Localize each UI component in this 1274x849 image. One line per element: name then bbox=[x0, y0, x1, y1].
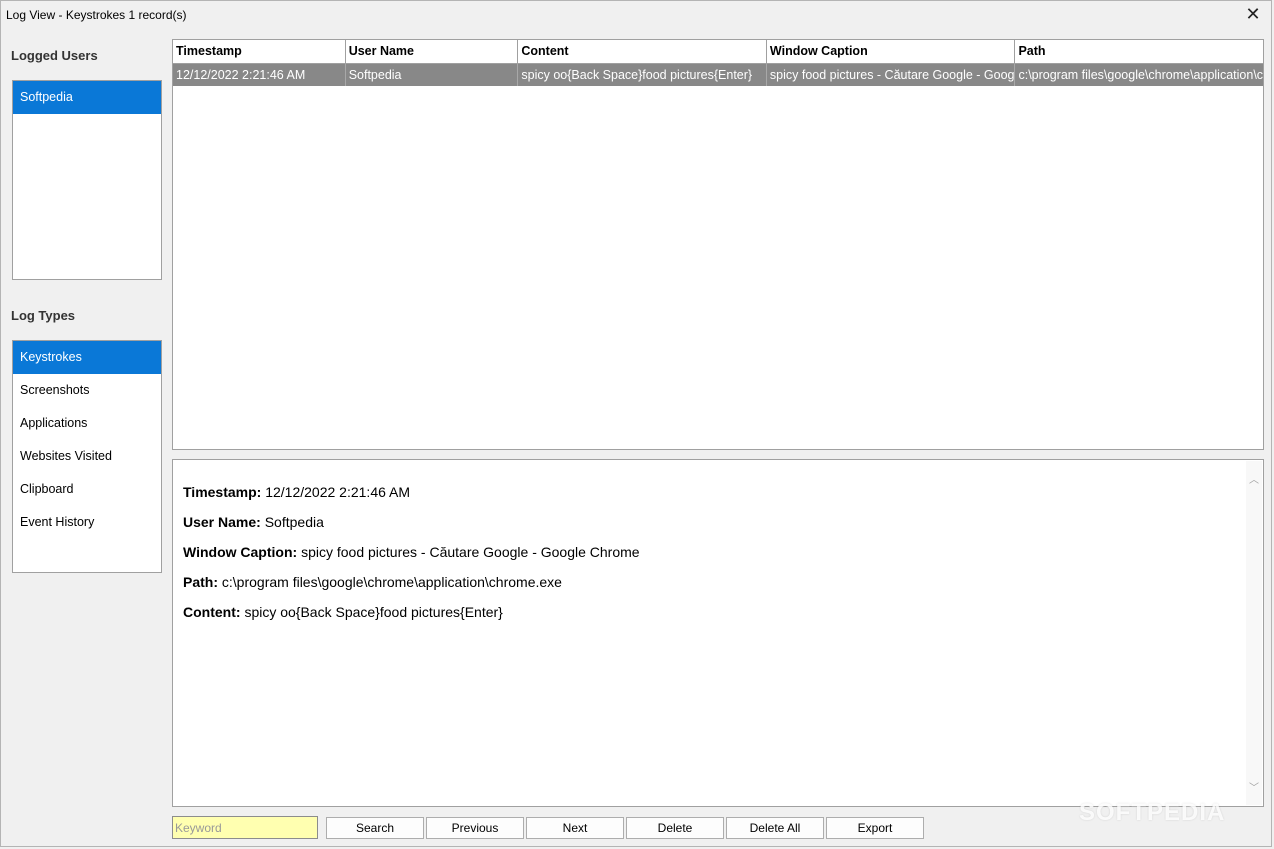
logged-users-list[interactable]: Softpedia bbox=[12, 80, 162, 280]
detail-scrollbar[interactable]: ︿ ﹀ bbox=[1246, 461, 1262, 805]
logged-users-label: Logged Users bbox=[11, 48, 98, 63]
detail-content-value: spicy oo{Back Space}food pictures{Enter} bbox=[244, 604, 503, 620]
cell-path: c:\program files\google\chrome\applicati… bbox=[1018, 68, 1264, 82]
log-type-keystrokes[interactable]: Keystrokes bbox=[13, 341, 161, 374]
detail-timestamp-value: 12/12/2022 2:21:46 AM bbox=[265, 484, 411, 500]
log-type-clipboard[interactable]: Clipboard bbox=[13, 473, 161, 506]
previous-button[interactable]: Previous bbox=[426, 817, 524, 839]
record-detail-pane[interactable]: Timestamp: 12/12/2022 2:21:46 AM User Na… bbox=[172, 459, 1264, 807]
column-header-user-name[interactable]: User Name bbox=[346, 40, 519, 63]
export-button[interactable]: Export bbox=[826, 817, 924, 839]
cell-window-caption: spicy food pictures - Căutare Google - G… bbox=[767, 64, 1016, 86]
scroll-down-icon[interactable]: ﹀ bbox=[1246, 781, 1262, 797]
detail-timestamp-label: Timestamp: bbox=[183, 484, 262, 500]
column-header-timestamp[interactable]: Timestamp bbox=[173, 40, 346, 63]
detail-content: Content: spicy oo{Back Space}food pictur… bbox=[183, 602, 640, 632]
detail-caption-value: spicy food pictures - Căutare Google - G… bbox=[301, 544, 640, 560]
cell-timestamp: 12/12/2022 2:21:46 AM bbox=[173, 64, 346, 86]
detail-username: User Name: Softpedia bbox=[183, 512, 640, 542]
column-header-window-caption[interactable]: Window Caption bbox=[767, 40, 1016, 63]
detail-path-label: Path: bbox=[183, 574, 218, 590]
detail-content-label: Content: bbox=[183, 604, 241, 620]
user-item-softpedia[interactable]: Softpedia bbox=[13, 81, 161, 114]
scroll-up-icon[interactable]: ︿ bbox=[1246, 473, 1262, 489]
cell-user-name: Softpedia bbox=[346, 64, 519, 86]
log-type-event-history[interactable]: Event History bbox=[13, 506, 161, 539]
search-button[interactable]: Search bbox=[326, 817, 424, 839]
next-button[interactable]: Next bbox=[526, 817, 624, 839]
delete-button[interactable]: Delete bbox=[626, 817, 724, 839]
column-header-path[interactable]: Path bbox=[1015, 40, 1263, 63]
delete-all-button[interactable]: Delete All bbox=[726, 817, 824, 839]
log-types-list[interactable]: Keystrokes Screenshots Applications Webs… bbox=[12, 340, 162, 573]
log-type-websites-visited[interactable]: Websites Visited bbox=[13, 440, 161, 473]
detail-body: Timestamp: 12/12/2022 2:21:46 AM User Na… bbox=[183, 482, 640, 632]
detail-username-value: Softpedia bbox=[264, 514, 324, 530]
log-type-screenshots[interactable]: Screenshots bbox=[13, 374, 161, 407]
detail-path: Path: c:\program files\google\chrome\app… bbox=[183, 572, 640, 602]
table-row[interactable]: 12/12/2022 2:21:46 AM Softpedia spicy oo… bbox=[173, 64, 1263, 86]
detail-caption-label: Window Caption: bbox=[183, 544, 298, 560]
close-icon[interactable]: ✕ bbox=[1243, 4, 1263, 24]
title-bar: Log View - Keystrokes 1 record(s) ✕ bbox=[1, 1, 1271, 29]
log-types-label: Log Types bbox=[11, 308, 76, 323]
detail-path-value: c:\program files\google\chrome\applicati… bbox=[221, 574, 562, 590]
window-title: Log View - Keystrokes 1 record(s) bbox=[6, 8, 187, 22]
detail-window-caption: Window Caption: spicy food pictures - Că… bbox=[183, 542, 640, 572]
log-type-applications[interactable]: Applications bbox=[13, 407, 161, 440]
detail-username-label: User Name: bbox=[183, 514, 261, 530]
cell-content: spicy oo{Back Space}food pictures{Enter} bbox=[518, 64, 767, 86]
softpedia-watermark: SOFTPEDIA bbox=[1079, 799, 1226, 826]
column-header-content[interactable]: Content bbox=[518, 40, 767, 63]
grid-header: Timestamp User Name Content Window Capti… bbox=[173, 40, 1263, 64]
log-view-window: Log View - Keystrokes 1 record(s) ✕ Logg… bbox=[0, 0, 1272, 847]
detail-timestamp: Timestamp: 12/12/2022 2:21:46 AM bbox=[183, 482, 640, 512]
records-grid[interactable]: Timestamp User Name Content Window Capti… bbox=[172, 39, 1264, 450]
keyword-input[interactable] bbox=[172, 816, 318, 839]
